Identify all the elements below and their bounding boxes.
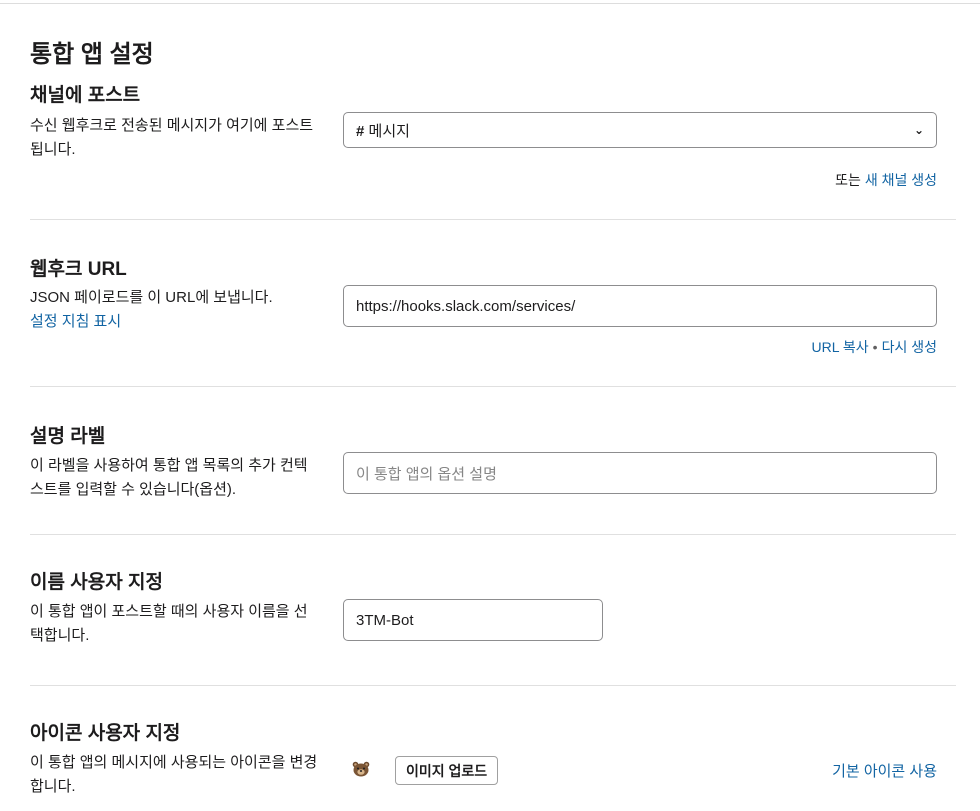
channel-section-title: 채널에 포스트 xyxy=(30,85,141,106)
regenerate-link[interactable]: 다시 생성 xyxy=(882,339,937,355)
label-description: 이 라벨을 사용하여 통합 앱 목록의 추가 컨텍스트를 입력할 수 있습니다(… xyxy=(30,457,308,498)
top-divider xyxy=(0,3,980,4)
webhook-description-text: JSON 페이로드를 이 URL에 보냅니다. xyxy=(30,289,273,306)
bullet-separator: • xyxy=(872,339,878,355)
section-divider xyxy=(30,386,956,387)
copy-url-link[interactable]: URL 복사 xyxy=(812,339,869,355)
channel-create-row: 또는 새 채널 생성 xyxy=(835,170,937,190)
webhook-description: JSON 페이로드를 이 URL에 보냅니다. 설정 지침 표시 xyxy=(30,286,320,334)
create-channel-link[interactable]: 새 채널 생성 xyxy=(865,172,937,188)
icon-section-title: 아이콘 사용자 지정 xyxy=(30,723,181,744)
icon-description: 이 통합 앱의 메시지에 사용되는 아이콘을 변경합니다. xyxy=(30,754,318,795)
page-title: 통합 앱 설정 xyxy=(30,41,154,68)
name-section-title: 이름 사용자 지정 xyxy=(30,572,163,593)
username-input[interactable]: 3TM-Bot xyxy=(343,599,603,641)
name-description: 이 통합 앱이 포스트할 때의 사용자 이름을 선택합니다. xyxy=(30,603,308,644)
section-divider xyxy=(30,219,956,220)
bear-icon xyxy=(352,761,370,777)
label-input[interactable]: 이 통합 앱의 옵션 설명 xyxy=(343,452,937,494)
webhook-actions: URL 복사 • 다시 생성 xyxy=(812,337,937,357)
channel-select[interactable]: 메시지 ⌄ xyxy=(343,112,937,148)
section-divider xyxy=(30,685,956,686)
channel-selected-value: 메시지 xyxy=(356,120,410,141)
use-default-icon-link[interactable]: 기본 아이콘 사용 xyxy=(832,760,937,781)
section-divider xyxy=(30,534,956,535)
label-input-placeholder: 이 통합 앱의 옵션 설명 xyxy=(356,465,497,483)
webhook-url-value: https://hooks.slack.com/services/ xyxy=(356,297,576,315)
chevron-down-icon: ⌄ xyxy=(913,123,924,137)
webhook-section-title: 웹후크 URL xyxy=(30,259,127,280)
channel-description: 수신 웹후크로 전송된 메시지가 여기에 포스트됩니다. xyxy=(30,117,314,158)
label-section-title: 설명 라벨 xyxy=(30,426,106,447)
setup-guide-link[interactable]: 설정 지침 표시 xyxy=(30,310,320,334)
or-text: 또는 xyxy=(835,172,861,188)
webhook-url-field[interactable]: https://hooks.slack.com/services/ xyxy=(343,285,937,327)
username-value: 3TM-Bot xyxy=(356,611,414,629)
integration-settings-page: 통합 앱 설정 채널에 포스트 수신 웹후크로 전송된 메시지가 여기에 포스트… xyxy=(0,0,980,811)
upload-image-button[interactable]: 이미지 업로드 xyxy=(395,756,499,785)
